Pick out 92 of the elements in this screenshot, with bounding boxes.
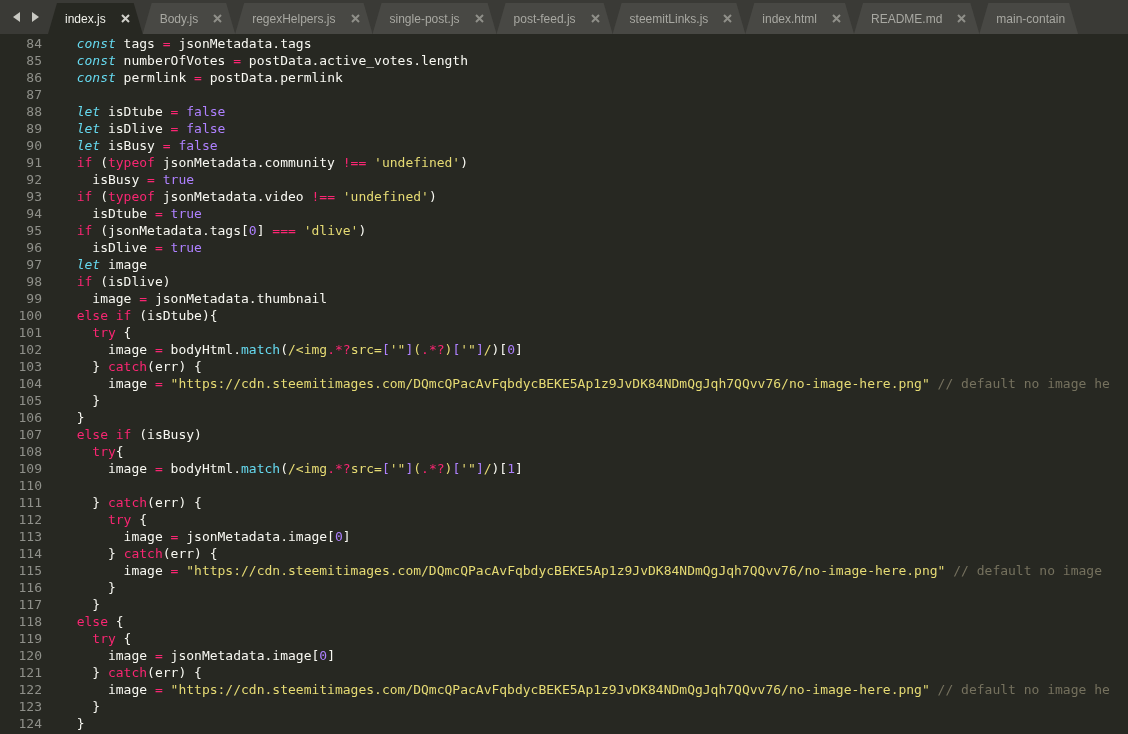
code-line: else if (isBusy)	[75, 426, 202, 443]
tab[interactable]: README.md	[854, 3, 980, 34]
line-number: 86	[25, 69, 42, 86]
line-number: 122	[17, 681, 42, 698]
line-number: 87	[25, 86, 42, 103]
line-number: 115	[17, 562, 42, 579]
code-line: }	[91, 392, 101, 409]
code-line: let isDtube = false	[75, 103, 226, 120]
line-number: 101	[17, 324, 42, 341]
code-line: const numberOfVotes = postData.active_votes.length	[75, 52, 468, 69]
line-number: 93	[25, 188, 42, 205]
code-line: image = jsonMetadata.image[0]	[122, 528, 351, 545]
line-number: 117	[17, 596, 42, 613]
line-number: 121	[17, 664, 42, 681]
line-number: 92	[25, 171, 42, 188]
code-line: try{	[91, 443, 124, 460]
line-number: 91	[25, 154, 42, 171]
line-number: 88	[25, 103, 42, 120]
code-line: else {	[75, 613, 124, 630]
line-number: 99	[25, 290, 42, 307]
code-line: try {	[91, 324, 132, 341]
code-line: try {	[106, 511, 148, 528]
line-number: 106	[17, 409, 42, 426]
line-number: 105	[17, 392, 42, 409]
code-line: }	[75, 715, 85, 732]
code-line: image = "https://cdn.steemitimages.com/DQmcQPacAvFqbdycBEKE5Ap1z9JvDK84NDmQgJqh7QQvv76/no-image-here.png" // default no image he	[106, 681, 1110, 698]
tab[interactable]: index.js	[48, 3, 143, 34]
line-number: 119	[17, 630, 42, 647]
tab[interactable]: single-post.js	[372, 3, 497, 34]
code-line: image = "https://cdn.steemitimages.com/DQmcQPacAvFqbdycBEKE5Ap1z9JvDK84NDmQgJqh7QQvv76/no-image-here.png" // default no image he	[106, 375, 1110, 392]
tab[interactable]: Body.js	[142, 3, 236, 34]
line-number: 96	[25, 239, 42, 256]
line-number: 111	[17, 494, 42, 511]
code-line: if (isDlive)	[75, 273, 171, 290]
tab[interactable]: main-contain	[979, 3, 1079, 34]
line-number: 104	[17, 375, 42, 392]
line-number: 100	[17, 307, 42, 324]
code-line: try {	[91, 630, 132, 647]
code-line: image = bodyHtml.match(/<img.*?src=['"](.*?)['"]/)[0]	[106, 341, 523, 358]
code-line: isBusy = true	[91, 171, 195, 188]
line-number: 95	[25, 222, 42, 239]
line-number: 98	[25, 273, 42, 290]
forward-arrow-icon[interactable]	[30, 12, 40, 22]
code-line: image = jsonMetadata.image[0]	[106, 647, 335, 664]
code-line: } catch(err) {	[91, 358, 202, 375]
code-line: } catch(err) {	[91, 664, 202, 681]
code-line: if (typeof jsonMetadata.community !== 'undefined')	[75, 154, 468, 171]
code-line: let image	[75, 256, 148, 273]
code-line: const permlink = postData.permlink	[75, 69, 343, 86]
line-number: 113	[17, 528, 42, 545]
line-number: 116	[17, 579, 42, 596]
code-line: } catch(err) {	[91, 494, 202, 511]
code-line: image = "https://cdn.steemitimages.com/DQmcQPacAvFqbdycBEKE5Ap1z9JvDK84NDmQgJqh7QQvv76/no-image-here.png" // default no image	[122, 562, 1102, 579]
close-icon[interactable]	[120, 14, 130, 23]
line-number: 94	[25, 205, 42, 222]
line-number: 110	[17, 477, 42, 494]
line-number: 102	[17, 341, 42, 358]
tab[interactable]: post-feed.js	[496, 3, 613, 34]
code-line: image = jsonMetadata.thumbnail	[91, 290, 328, 307]
code-line: }	[106, 579, 116, 596]
tab[interactable]: regexHelpers.js	[235, 3, 373, 34]
code-line: image = bodyHtml.match(/<img.*?src=['"](.*?)['"]/)[1]	[106, 460, 523, 477]
line-number: 120	[17, 647, 42, 664]
line-number: 103	[17, 358, 42, 375]
code-line: let isDlive = false	[75, 120, 226, 137]
back-arrow-icon[interactable]	[12, 12, 22, 22]
code-line: }	[91, 698, 101, 715]
line-number: 108	[17, 443, 42, 460]
code-line: const tags = jsonMetadata.tags	[75, 35, 312, 52]
code-line: if (typeof jsonMetadata.video !== 'undefined')	[75, 188, 437, 205]
line-number: 85	[25, 52, 42, 69]
code-line: } catch(err) {	[106, 545, 218, 562]
line-number: 123	[17, 698, 42, 715]
line-number: 112	[17, 511, 42, 528]
line-number: 90	[25, 137, 42, 154]
code-line: isDtube = true	[91, 205, 202, 222]
code-line: if (jsonMetadata.tags[0] === 'dlive')	[75, 222, 367, 239]
line-number: 114	[17, 545, 42, 562]
tab[interactable]: index.html	[745, 3, 854, 34]
code-line: else if (isDtube){	[75, 307, 218, 324]
line-number: 84	[25, 35, 42, 52]
line-number: 107	[17, 426, 42, 443]
line-number: 118	[17, 613, 42, 630]
line-number: 97	[25, 256, 42, 273]
line-number: 89	[25, 120, 42, 137]
line-number: 124	[17, 715, 42, 732]
code-line: }	[75, 409, 85, 426]
code-line: isDlive = true	[91, 239, 202, 256]
line-number: 109	[17, 460, 42, 477]
tab[interactable]: steemitLinks.js	[612, 3, 746, 34]
code-line: }	[91, 596, 101, 613]
code-line: let isBusy = false	[75, 137, 218, 154]
